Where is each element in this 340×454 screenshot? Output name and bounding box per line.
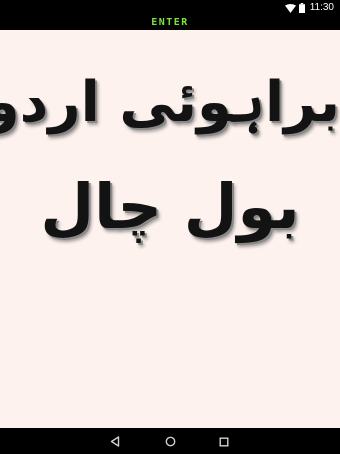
title-line-2: بول چال xyxy=(40,170,300,243)
navigation-bar xyxy=(0,428,340,454)
enter-label: ENTER xyxy=(151,17,189,28)
back-button[interactable] xyxy=(95,428,135,454)
back-icon xyxy=(110,432,120,451)
home-button[interactable] xyxy=(150,428,190,454)
home-icon xyxy=(165,432,176,451)
title-line-1: براہوئی اردو xyxy=(0,70,340,135)
recents-button[interactable] xyxy=(204,428,244,454)
status-time: 11:30 xyxy=(309,2,334,13)
battery-icon xyxy=(298,3,305,13)
main-content: براہوئی اردو بول چال xyxy=(0,30,340,428)
wifi-icon xyxy=(284,3,296,13)
recents-icon xyxy=(219,432,229,451)
status-bar: 11:30 xyxy=(0,0,340,16)
status-icons: 11:30 xyxy=(284,0,334,16)
enter-button[interactable]: ENTER xyxy=(0,16,340,30)
